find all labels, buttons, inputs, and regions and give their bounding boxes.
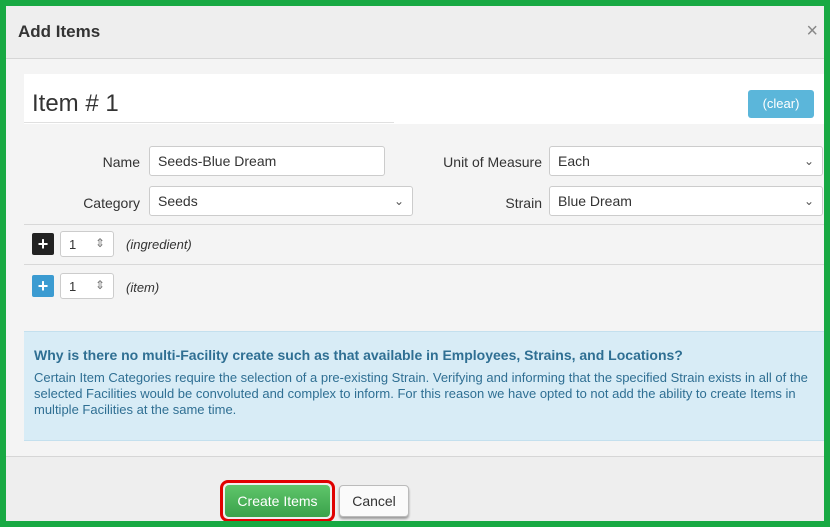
info-body: Certain Item Categories require the sele… (34, 370, 808, 417)
info-title: Why is there no multi-Facility create su… (34, 347, 683, 363)
strain-label: Strain (505, 195, 542, 211)
create-items-button[interactable]: Create Items (225, 485, 330, 517)
divider (24, 122, 394, 123)
ingredient-label: (ingredient) (126, 237, 192, 252)
name-input[interactable]: Seeds-Blue Dream (149, 146, 385, 176)
close-icon[interactable]: × (806, 20, 818, 43)
plus-icon: + (37, 234, 49, 254)
add-items-dialog: Add Items × Item # 1 (clear) Name Seeds-… (0, 0, 830, 527)
dialog-title: Add Items (18, 22, 101, 41)
category-select[interactable]: Seeds ⌄ (149, 186, 413, 216)
strain-value: Blue Dream (558, 193, 632, 209)
item-form: Name Seeds-Blue Dream Category Seeds ⌄ U… (24, 126, 824, 222)
uom-label: Unit of Measure (443, 154, 542, 170)
category-value: Seeds (158, 193, 198, 209)
name-label: Name (102, 154, 140, 170)
item-row: + 1 ⇕ (item) (24, 264, 824, 309)
dialog-footer (6, 456, 824, 521)
ingredient-row: + 1 ⇕ (ingredient) (24, 224, 824, 265)
clear-button[interactable]: (clear) (748, 90, 814, 118)
spinner-arrows-icon[interactable]: ⇕ (95, 278, 105, 292)
item-heading: Item # 1 (32, 90, 119, 117)
ingredient-count-stepper[interactable]: 1 ⇕ (60, 231, 114, 257)
chevron-down-icon: ⌄ (803, 194, 814, 208)
item-count: 1 (69, 279, 77, 294)
cancel-button[interactable]: Cancel (339, 485, 409, 517)
chevron-down-icon: ⌄ (393, 194, 404, 208)
info-alert: Why is there no multi-Facility create su… (24, 331, 824, 441)
item-label: (item) (126, 280, 160, 295)
dialog-header: Add Items × (6, 6, 824, 59)
plus-icon: + (37, 276, 49, 296)
add-ingredient-button[interactable]: + (32, 233, 54, 255)
strain-select[interactable]: Blue Dream ⌄ (549, 186, 823, 216)
item-count-stepper[interactable]: 1 ⇕ (60, 273, 114, 299)
add-item-button[interactable]: + (32, 275, 54, 297)
chevron-down-icon: ⌄ (803, 154, 814, 168)
ingredient-count: 1 (69, 237, 77, 252)
category-label: Category (83, 195, 140, 211)
uom-select[interactable]: Each ⌄ (549, 146, 823, 176)
item-header-panel: Item # 1 (clear) (24, 74, 824, 124)
spinner-arrows-icon[interactable]: ⇕ (95, 236, 105, 250)
uom-value: Each (558, 153, 590, 169)
